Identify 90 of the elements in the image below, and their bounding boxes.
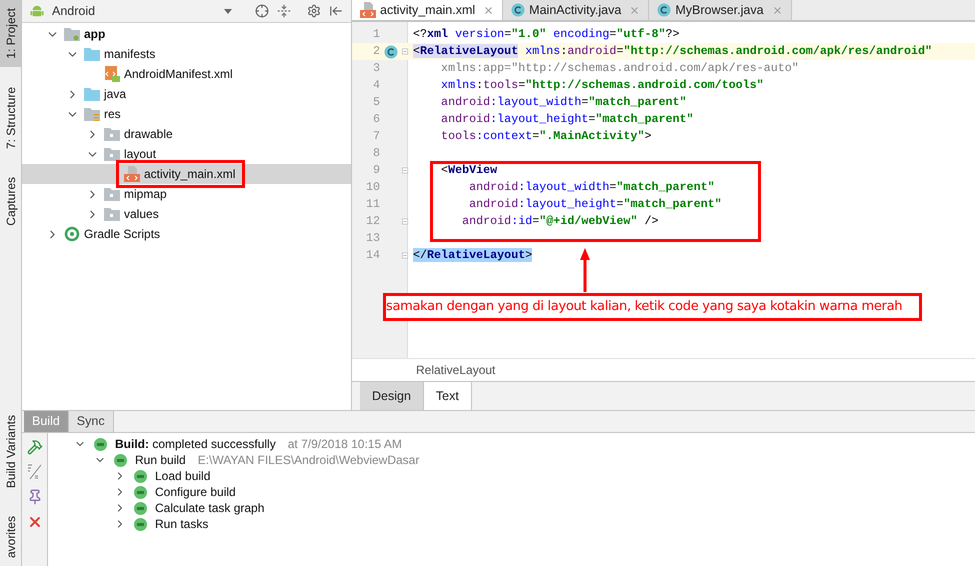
class-icon [384,44,398,58]
code-line: xmlns:tools="http://schemas.android.com/tools" [440,76,764,94]
editor-tab[interactable]: MainActivity.java [503,0,650,20]
locate-icon[interactable] [255,4,269,18]
tree-label: manifests [104,46,156,63]
side-tab[interactable]: Captures [0,168,21,234]
folder-icon [104,147,120,161]
fold-marker-icon[interactable] [402,251,408,260]
code-line: android:id="@+id/webView" /> [461,212,659,230]
ok-status-icon [134,470,147,482]
tree-label: drawable [124,126,173,143]
editor-tab[interactable]: MyBrowser.java [649,0,792,20]
build-step: Configure build [155,483,236,501]
tree-label: java [104,86,126,103]
code-line: xmlns:app="http://schemas.android.com/apk/res-auto" [440,60,799,77]
tree-label: values [124,206,159,223]
manifest-file-icon [104,66,120,82]
arrow [580,248,590,292]
code-line: </RelativeLayout> [413,246,532,264]
tree-item[interactable]: layout [22,144,351,164]
tree-item[interactable]: AndroidManifest.xml [22,64,351,84]
code-line: android:layout_width="match_parent" [440,94,687,111]
filter-icon[interactable] [26,464,42,480]
ok-status-icon [134,518,147,530]
code-line: <?xml version="1.0" encoding="utf-8"?> [413,26,680,43]
tree-label: AndroidManifest.xml [124,66,233,83]
build-step: Run tasks [155,515,208,533]
tree-item[interactable]: Gradle Scripts [22,224,351,244]
build-step: Run build [135,451,186,469]
collapse-all-icon[interactable] [277,4,291,18]
folder-icon [84,87,100,101]
class-icon [657,3,672,17]
tree-item[interactable]: res [22,104,351,124]
side-tab[interactable]: Build Variants [0,406,21,496]
build-step: Load build [155,467,210,485]
tree-label: app [84,26,106,43]
mode-tab[interactable]: Text [424,382,472,410]
close-icon[interactable] [483,4,494,16]
tree-item[interactable]: manifests [22,44,351,64]
pin-icon[interactable] [26,489,42,505]
build-tab[interactable]: Sync [68,411,114,432]
breadcrumb[interactable]: RelativeLayout [416,361,496,379]
build-step: Calculate task graph [155,499,264,517]
tree-item[interactable]: values [22,204,351,224]
fold-marker-icon[interactable] [402,217,408,226]
code-line: android:layout_height="match_parent" [440,110,694,128]
android-icon [30,4,44,18]
fold-marker-icon[interactable] [402,47,408,56]
hide-panel-icon[interactable] [329,4,343,18]
tree-label: res [104,106,121,123]
class-icon [511,3,526,17]
ok-status-icon [114,454,127,466]
side-tab[interactable]: 1: Project [0,0,21,67]
fold-marker-icon[interactable] [402,166,408,175]
code-line: android:layout_height="match_parent" [468,196,722,213]
module-folder-icon [64,27,80,41]
hammer-icon[interactable] [26,439,42,455]
xml-file-icon [360,2,376,18]
folder-icon [84,47,100,61]
folder-icon [104,127,120,141]
build-step: Build: completed successfully [115,435,276,453]
build-detail: at 7/9/2018 10:15 AM [288,436,402,453]
tree-item[interactable]: mipmap [22,184,351,204]
gradle-icon [64,226,80,242]
tree-label: activity_main.xml [144,166,236,183]
build-detail: E:\WAYAN FILES\Android\WebviewDasar [198,452,420,469]
mode-tab[interactable]: Design [360,382,424,410]
settings-icon[interactable] [307,4,321,18]
tree-item[interactable]: java [22,84,351,104]
tree-label: Gradle Scripts [84,226,160,243]
ok-status-icon [134,502,147,514]
xml-file-icon [124,166,140,182]
folder-icon [104,207,120,221]
tree-item[interactable]: drawable [22,124,351,144]
folder-icon [104,187,120,201]
code-line: <RelativeLayout xmlns:android="http://schemas.android.com/apk/res/android" [413,42,932,60]
side-tab[interactable]: avorites [0,508,21,566]
code-line: android:layout_width="match_parent" [468,178,715,196]
resource-folder-icon [84,107,100,121]
code-line: tools:context=".MainActivity"> [440,128,652,145]
dropdown-caret-icon [224,8,232,14]
ok-status-icon [94,438,107,450]
side-tab[interactable]: 7: Structure [0,78,21,157]
tree-label: layout [124,146,156,163]
ok-status-icon [134,486,147,498]
code-line: <WebView [440,162,498,179]
tree-item[interactable]: app [22,24,351,44]
editor-tab[interactable]: activity_main.xml [352,0,504,20]
tree-label: mipmap [124,186,167,203]
annotation-note: samakan dengan yang di layout kalian, ketik code yang saya kotakin warna merah [383,293,922,321]
